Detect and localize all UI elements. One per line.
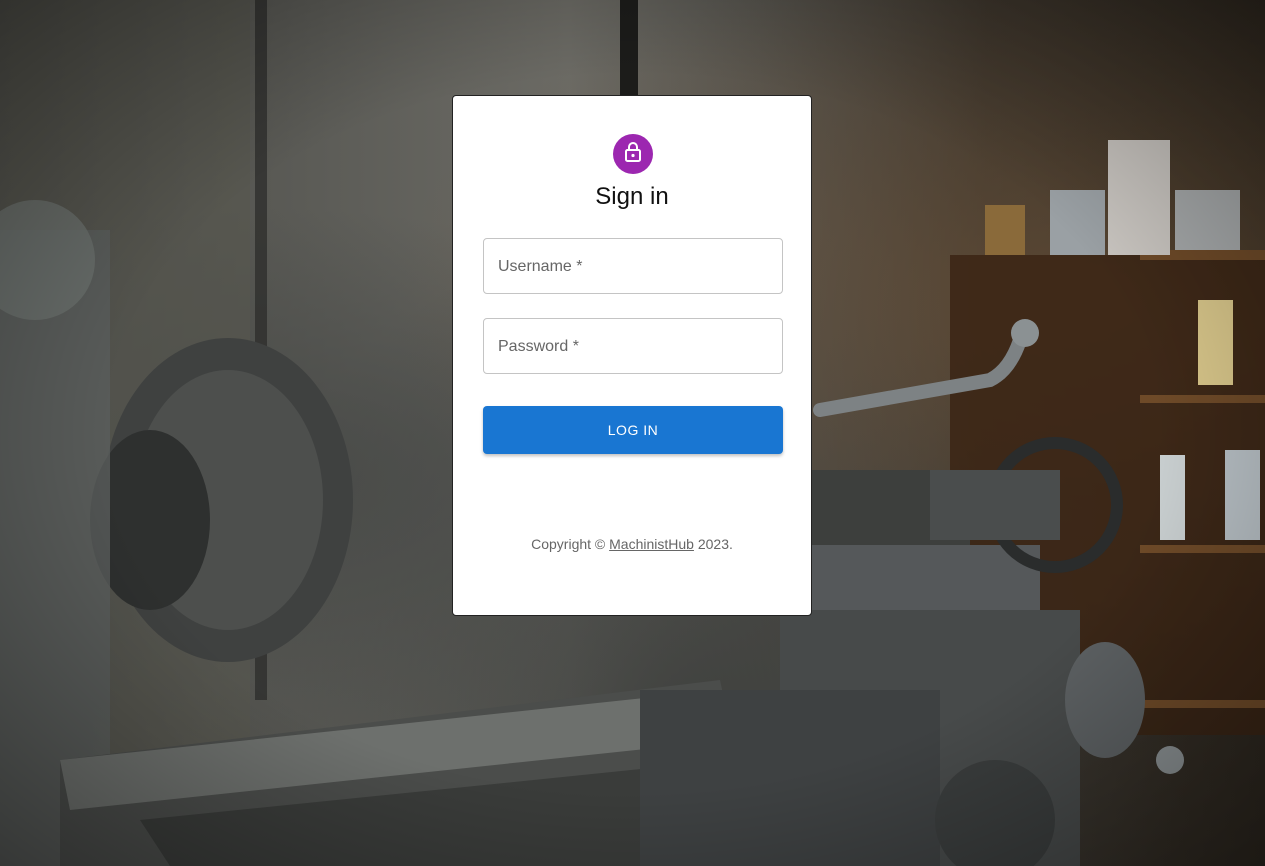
username-input[interactable]	[484, 239, 782, 293]
copyright-suffix: 2023.	[693, 536, 733, 552]
copyright-prefix: Copyright ©	[531, 536, 610, 552]
password-input[interactable]	[484, 319, 782, 373]
sign-in-card: Sign in Username * Password * LOG IN Cop…	[452, 95, 812, 616]
copyright-footer: Copyright © MachinistHub 2023.	[453, 536, 811, 552]
login-button[interactable]: LOG IN	[483, 406, 783, 454]
lock-avatar	[613, 134, 653, 174]
lock-icon	[623, 141, 643, 168]
page-title: Sign in	[595, 183, 669, 210]
username-field[interactable]: Username *	[483, 238, 783, 294]
password-field[interactable]: Password *	[483, 318, 783, 374]
copyright-link[interactable]: MachinistHub	[609, 536, 694, 552]
